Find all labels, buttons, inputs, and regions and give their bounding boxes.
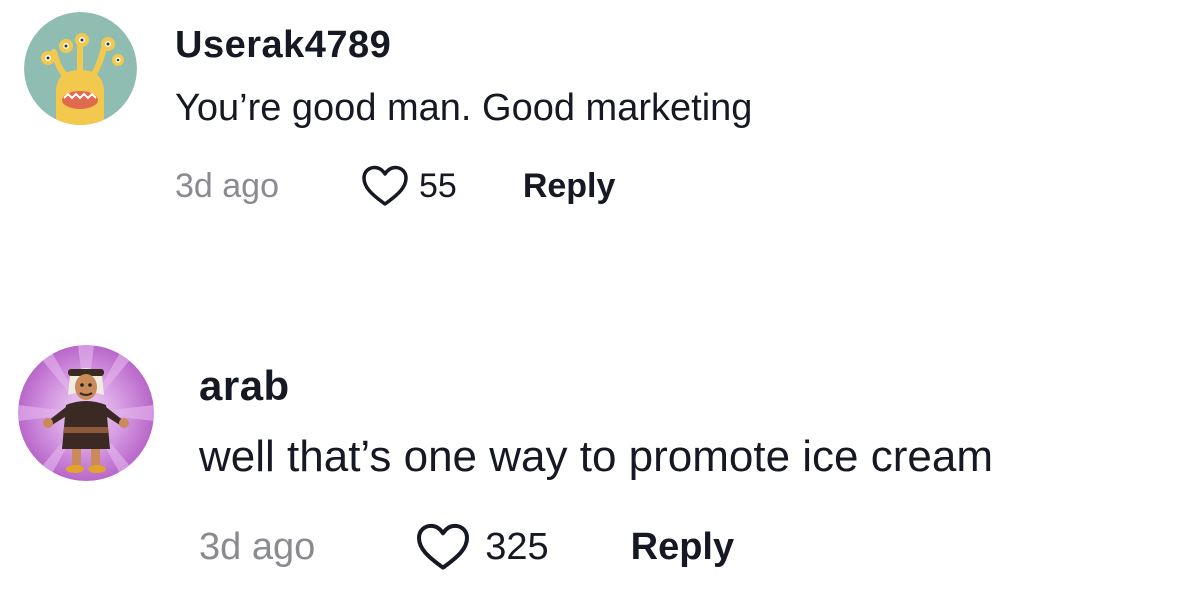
heart-icon[interactable] (361, 165, 409, 207)
character-avatar-icon (18, 345, 154, 481)
username[interactable]: arab (199, 365, 993, 407)
comment-meta: 3d ago 325 Reply (199, 523, 993, 571)
comment-body: arab well that’s one way to promote ice … (199, 365, 993, 571)
comment-text: You’re good man. Good marketing (175, 87, 753, 129)
comment-body: Userak4789 You’re good man. Good marketi… (175, 26, 752, 207)
timestamp: 3d ago (175, 167, 279, 205)
reply-button[interactable]: Reply (523, 169, 616, 203)
comment-item: Userak4789 You’re good man. Good marketi… (24, 12, 752, 207)
comment-text: well that’s one way to promote ice cream (199, 432, 993, 481)
reply-button[interactable]: Reply (631, 528, 734, 566)
comment-meta: 3d ago 55 Reply (175, 165, 752, 207)
username[interactable]: Userak4789 (175, 26, 752, 64)
timestamp: 3d ago (199, 526, 316, 568)
avatar[interactable] (18, 345, 154, 481)
monster-avatar-icon (24, 12, 137, 125)
heart-icon[interactable] (415, 523, 471, 571)
like-button[interactable]: 55 (361, 165, 457, 207)
like-count: 55 (419, 167, 457, 205)
comment-item: arab well that’s one way to promote ice … (18, 345, 993, 571)
like-count: 325 (485, 526, 549, 568)
avatar[interactable] (24, 12, 137, 125)
like-button[interactable]: 325 (415, 523, 549, 571)
